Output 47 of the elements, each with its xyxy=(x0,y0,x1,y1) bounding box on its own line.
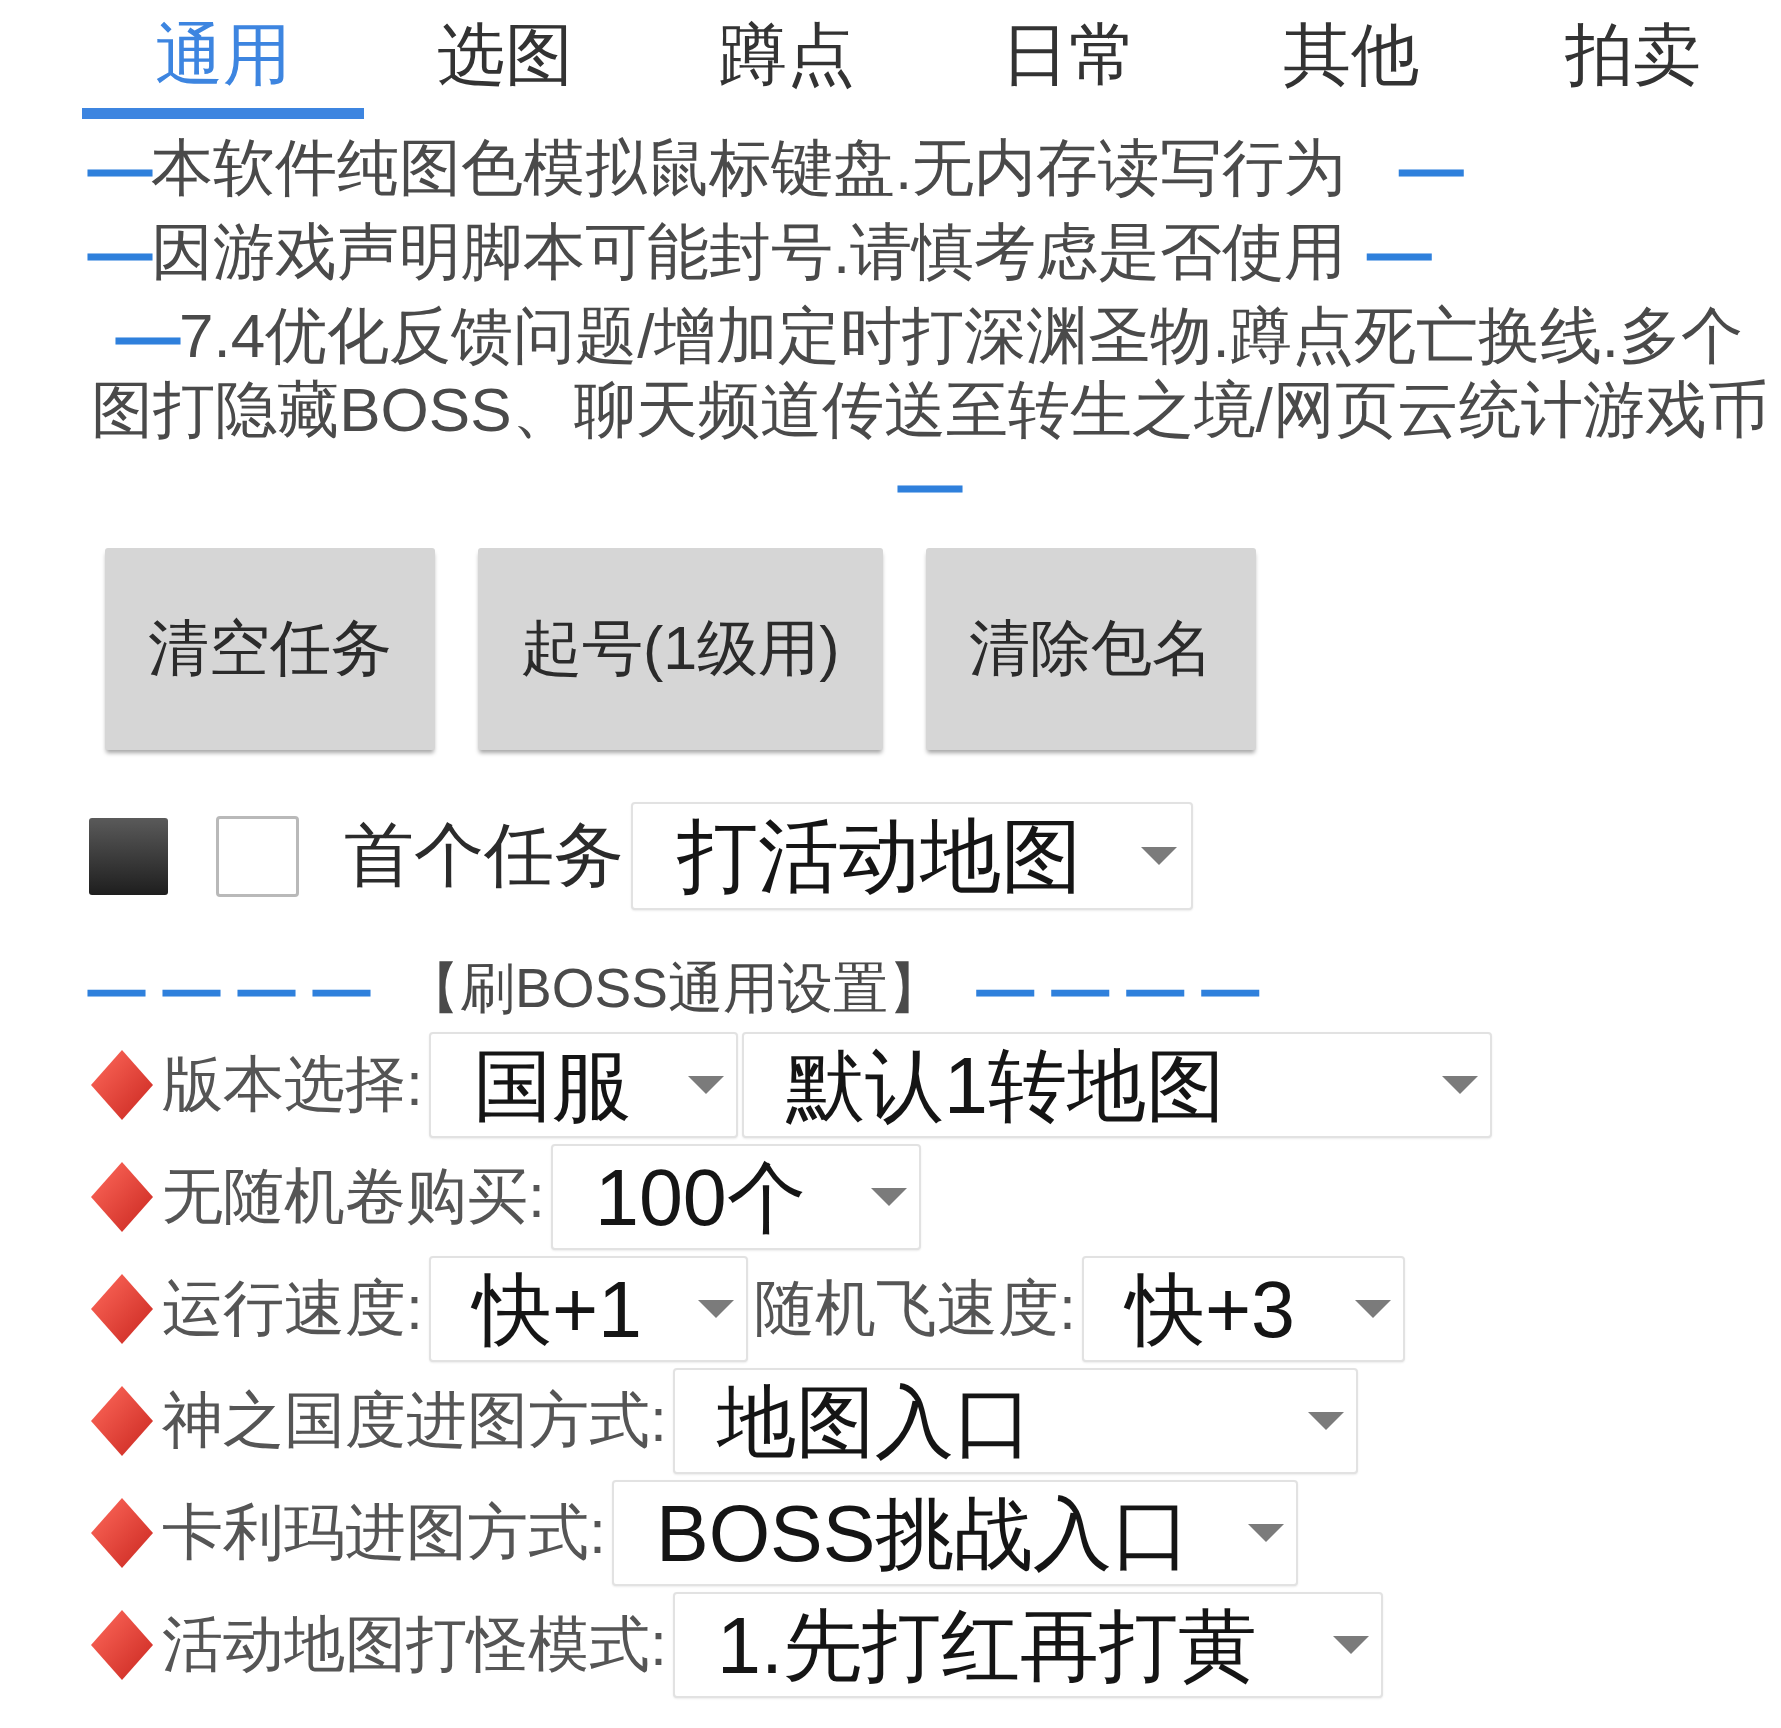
caret-down-icon xyxy=(697,1300,734,1318)
action-button[interactable]: 清空任务 xyxy=(105,548,435,750)
setting-label: 神之国度进图方式: xyxy=(162,1385,667,1456)
checkbox-label: 首个任务 xyxy=(344,815,624,896)
setting-label: 运行速度: xyxy=(162,1273,423,1344)
tab[interactable]: 日常 xyxy=(928,0,1210,119)
checkbox[interactable] xyxy=(216,815,299,897)
diamond-icon xyxy=(91,1162,153,1232)
setting-label: 活动地图打怪模式: xyxy=(162,1609,667,1680)
setting-label: 版本选择: xyxy=(162,1049,423,1120)
notice-text: —本软件纯图色模拟鼠标键盘.无内存读写行为 — xyxy=(89,132,1464,204)
caret-down-icon xyxy=(1332,1636,1369,1654)
dropdown[interactable]: BOSS挑战入口 xyxy=(611,1480,1298,1586)
caret-down-icon xyxy=(1354,1300,1391,1318)
diamond-icon xyxy=(91,1386,153,1456)
dropdown[interactable]: 打活动地图 xyxy=(631,802,1193,910)
caret-down-icon xyxy=(687,1076,724,1094)
dropdown[interactable]: 1.先打红再打黄 xyxy=(672,1592,1383,1698)
dropdown[interactable]: 快+1 xyxy=(428,1256,748,1362)
diamond-icon xyxy=(91,1274,153,1344)
caret-down-icon xyxy=(1247,1524,1284,1542)
tab[interactable]: 通用 xyxy=(82,0,364,119)
tab[interactable]: 其他 xyxy=(1210,0,1492,119)
caret-down-icon xyxy=(1441,1076,1478,1094)
diamond-icon xyxy=(91,1610,153,1680)
diamond-icon xyxy=(91,1498,153,1568)
caret-down-icon xyxy=(1307,1412,1344,1430)
dropdown[interactable]: 地图入口 xyxy=(672,1368,1358,1474)
caret-down-icon xyxy=(870,1188,907,1206)
dropdown[interactable]: 国服 xyxy=(428,1032,738,1138)
square-icon xyxy=(89,817,168,895)
dropdown[interactable]: 默认1转地图 xyxy=(741,1032,1492,1138)
diamond-icon xyxy=(91,1050,153,1120)
tab[interactable]: 选图 xyxy=(364,0,646,119)
dropdown[interactable]: 快+3 xyxy=(1081,1256,1405,1362)
notice-text: —7.4优化反馈问题/增加定时打深渊圣物.蹲点死亡换线.多个图打隐藏BOSS、聊天频道传送至转生之境/网页云统计游戏币 — xyxy=(90,300,1770,520)
dropdown[interactable]: 100个 xyxy=(550,1144,921,1250)
tab[interactable]: 蹲点 xyxy=(646,0,928,119)
setting-label: 卡利玛进图方式: xyxy=(162,1497,606,1568)
notice-text: —因游戏声明脚本可能封号.请慎考虑是否使用 — xyxy=(89,216,1432,288)
section-heading: ———— 【刷BOSS通用设置】 ———— xyxy=(89,956,1278,1021)
caret-down-icon xyxy=(1141,847,1177,865)
setting-label: 随机飞速度: xyxy=(753,1273,1076,1344)
action-button[interactable]: 清除包名 xyxy=(925,548,1256,750)
action-button[interactable]: 起号(1级用) xyxy=(478,548,883,750)
tab[interactable]: 拍卖 xyxy=(1492,0,1774,119)
setting-label: 无随机卷购买: xyxy=(162,1161,545,1232)
